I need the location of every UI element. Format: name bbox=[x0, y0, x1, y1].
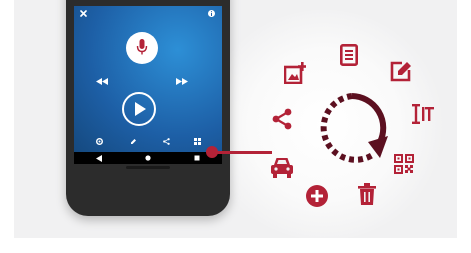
microphone-button[interactable] bbox=[126, 32, 158, 64]
recent-apps-icon[interactable] bbox=[194, 155, 200, 161]
share-icon[interactable] bbox=[163, 138, 170, 145]
edit-icon bbox=[390, 61, 411, 82]
qr-code-icon bbox=[394, 154, 414, 174]
cycle-arrow-icon bbox=[320, 93, 388, 163]
close-icon[interactable] bbox=[80, 10, 87, 17]
add-circle-icon bbox=[306, 185, 328, 207]
car-icon bbox=[271, 158, 293, 178]
rewind-icon[interactable] bbox=[96, 78, 108, 85]
phone-screen bbox=[74, 6, 222, 152]
add-image-icon bbox=[284, 62, 306, 84]
microphone-icon bbox=[136, 39, 148, 55]
info-icon[interactable] bbox=[208, 10, 215, 17]
text-cursor-icon bbox=[412, 104, 434, 124]
edit-icon[interactable] bbox=[130, 138, 137, 145]
phone bbox=[66, 0, 230, 216]
fast-forward-icon[interactable] bbox=[176, 78, 188, 85]
connector-line bbox=[214, 151, 272, 154]
illustration-panel bbox=[14, 0, 457, 238]
grid-icon[interactable] bbox=[194, 138, 201, 145]
connector-dot bbox=[206, 146, 218, 158]
settings-icon[interactable] bbox=[96, 138, 103, 145]
share-icon bbox=[272, 108, 292, 130]
play-icon bbox=[135, 102, 146, 116]
trash-icon bbox=[358, 183, 376, 205]
document-icon bbox=[340, 44, 358, 66]
navigation-bar bbox=[74, 152, 222, 164]
phone-speaker bbox=[126, 166, 170, 169]
back-icon[interactable] bbox=[95, 154, 102, 162]
home-icon[interactable] bbox=[145, 155, 151, 161]
play-button[interactable] bbox=[122, 92, 156, 126]
